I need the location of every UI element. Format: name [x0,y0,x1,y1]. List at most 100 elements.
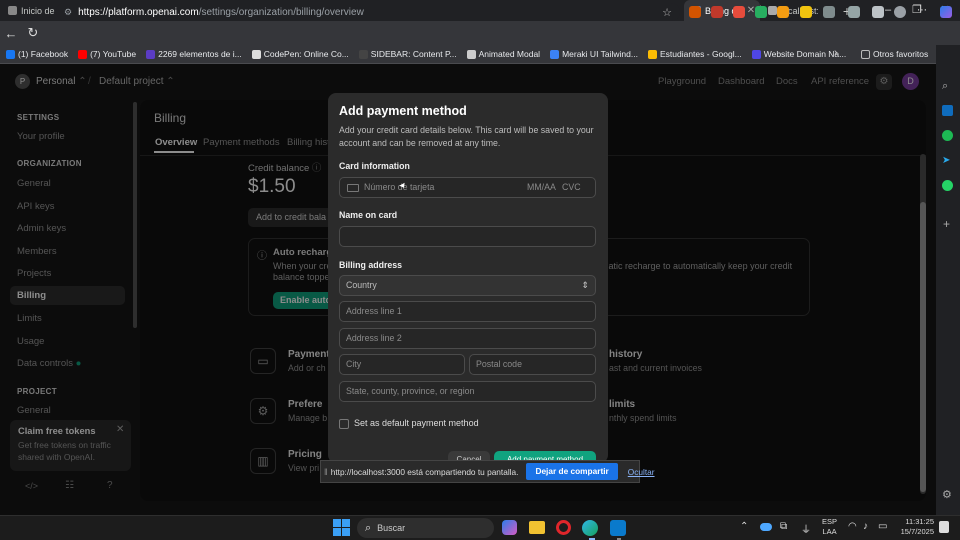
state-input[interactable]: State, county, province, or region [339,381,596,402]
modal-description: Add your credit card details below. This… [339,125,594,148]
bookmark-favicon-icon [251,49,261,59]
network-device-icon[interactable]: ⧉ [780,521,787,532]
extension-icon[interactable] [689,6,701,18]
tab-favicon-icon [768,6,777,15]
hide-share-bar-link[interactable]: Ocultar [628,467,655,477]
extension-icon[interactable] [711,6,723,18]
folder-icon [861,49,870,59]
copilot-icon[interactable] [940,6,952,18]
page-scrollbar-thumb[interactable] [920,202,926,492]
more-menu-icon[interactable]: ⋯ [917,6,929,18]
bookmark-label: Meraki UI Tailwind... [562,49,638,59]
address-row: ← ↻ [0,21,960,45]
bookmark-label: Estudiantes - Googl... [659,49,742,59]
back-icon[interactable]: ← [0,26,22,41]
card-information-label: Card information [339,161,410,171]
card-cvc-input[interactable]: CVC [562,178,581,197]
bookmark-label: SIDEBAR: Content P... [370,49,457,59]
tab-title: Inicio de s [21,5,58,16]
whatsapp-icon[interactable] [942,180,953,191]
screen-share-bar: ‖ http://localhost:3000 está compartiend… [320,460,655,483]
bookmark-item[interactable]: Estudiantes - Googl... [647,49,742,59]
bookmark-item[interactable]: CodePen: Online Co... [251,49,349,59]
onedrive-icon[interactable] [760,523,772,531]
drag-handle-icon[interactable]: ‖ [324,467,328,477]
chevron-up-icon[interactable]: ⌃ [740,521,748,532]
edge-icon[interactable] [582,520,598,536]
address-line-2-input[interactable]: Address line 2 [339,328,596,349]
card-number-input[interactable]: Número de tarjeta MM/AA CVC [339,177,596,198]
vscode-icon[interactable] [610,520,626,536]
extension-icon[interactable] [800,6,812,18]
page-scrollbar-track [920,154,926,494]
volume-icon[interactable]: ♪ [863,521,868,532]
settings-gear-icon[interactable]: ⚙ [942,488,952,501]
spotify-icon[interactable] [942,130,953,141]
notifications-icon[interactable] [939,521,949,533]
other-bookmarks-folder[interactable]: Otros favoritos [861,49,928,59]
address-line-1-input[interactable]: Address line 1 [339,301,596,322]
credit-card-icon [347,184,359,192]
extension-icon[interactable] [777,6,789,18]
omnibox[interactable]: ⚙ https://platform.openai.com/settings/o… [56,3,680,21]
bookmarks-overflow-button[interactable]: › [834,47,838,59]
file-explorer-icon[interactable] [529,521,545,534]
country-select[interactable]: Country ⇕ [339,275,596,296]
billing-address-label: Billing address [339,260,403,270]
copilot-icon[interactable] [502,520,517,535]
favorites-icon[interactable] [848,6,860,18]
opera-icon[interactable] [556,520,571,535]
url-path: /settings/organization/billing/overview [198,6,364,18]
bookmark-item[interactable]: SIDEBAR: Content P... [358,49,457,59]
windows-start-icon[interactable] [333,519,350,536]
site-info-icon[interactable]: ⚙ [64,7,72,18]
bookmark-favicon-icon [751,49,761,59]
profile-avatar[interactable] [894,6,906,18]
bookmark-favicon-icon [78,49,88,59]
bookmark-item[interactable]: Meraki UI Tailwind... [550,49,638,59]
name-on-card-input[interactable] [339,226,596,247]
stop-sharing-button[interactable]: Dejar de compartir [526,463,618,480]
bookmark-item[interactable]: (7) YouTube [78,49,136,59]
add-icon[interactable]: + [943,217,950,231]
puzzle-icon[interactable] [823,6,835,18]
bookmark-favicon-icon [550,49,560,59]
bookmark-favicon-icon [6,49,15,59]
wifi-icon[interactable]: ◠ [848,521,857,532]
postal-code-input[interactable]: Postal code [469,354,596,375]
taskbar-search[interactable]: ⌕ Buscar [357,518,494,538]
bookmark-favicon-icon [146,49,156,59]
clock-date: 15/7/2025 [900,527,934,536]
microphone-icon[interactable]: ⏚ [801,521,811,536]
bookmark-item[interactable]: Website Domain Na... [751,49,846,59]
extension-icon[interactable] [755,6,767,18]
clock-time: 11:31:25 [905,517,934,526]
downloads-icon[interactable] [872,6,884,18]
battery-icon[interactable]: ▭ [878,521,887,532]
keyboard-layout: LAA [822,527,837,536]
name-on-card-label: Name on card [339,210,398,220]
bookmark-label: 2269 elementos de i... [158,49,242,59]
telegram-icon[interactable]: ➤ [942,155,950,166]
bookmark-label: (1) Facebook [18,49,69,59]
bookmark-item[interactable]: Animated Modal [466,49,541,59]
outlook-icon[interactable] [942,105,953,116]
bookmark-label: Animated Modal [478,49,541,59]
bookmarks-bar: (1) Facebook (7) YouTube 2269 elementos de… [0,45,960,64]
reload-icon[interactable]: ↻ [22,25,44,41]
bookmark-favicon-icon [647,49,657,59]
card-expiry-input[interactable]: MM/AA [527,178,556,197]
default-payment-checkbox[interactable] [339,419,349,429]
city-input[interactable]: City [339,354,465,375]
bookmark-item[interactable]: 2269 elementos de i... [146,49,242,59]
taskbar-search-label: Buscar [377,523,406,533]
bookmark-label: (7) YouTube [90,49,137,59]
extension-icon[interactable] [733,6,745,18]
clock[interactable]: 11:31:25 15/7/2025 [896,517,934,537]
input-language[interactable]: ESP LAA [822,517,837,537]
bookmark-star-icon[interactable]: ☆ [662,6,672,19]
search-icon[interactable]: ⌕ [942,80,948,93]
chevron-updown-icon: ⇕ [581,280,589,290]
bookmark-label: Otros favoritos [873,49,929,59]
bookmark-item[interactable]: (1) Facebook [6,49,68,59]
